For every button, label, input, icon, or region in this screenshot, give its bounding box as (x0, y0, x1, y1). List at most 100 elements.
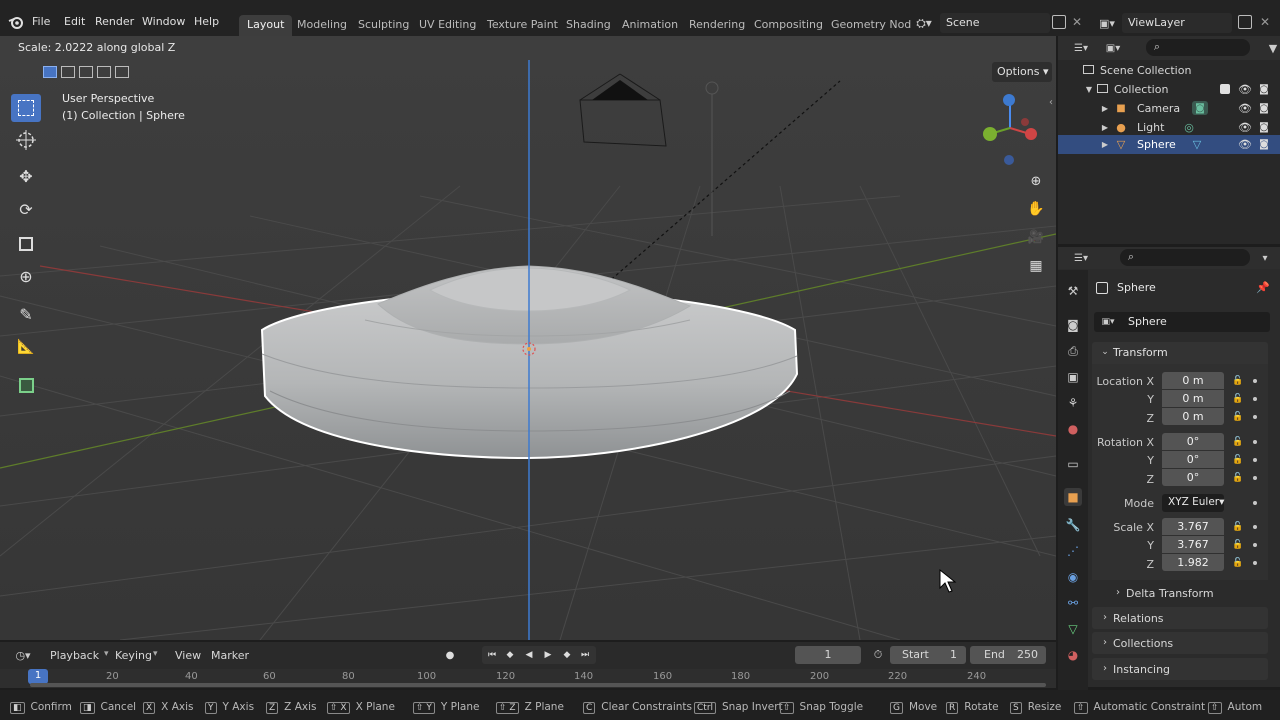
playback-menu[interactable]: Playback (50, 649, 99, 662)
camera-render-icon[interactable]: ◙ (1257, 137, 1271, 151)
expand-arrow-icon[interactable]: ▶ (1100, 121, 1110, 133)
collections-section[interactable]: › Collections (1092, 632, 1268, 654)
camera-view-button[interactable]: 🎥 (1024, 226, 1048, 250)
location-x-field[interactable]: 0 m (1162, 372, 1224, 389)
tab-texture-paint[interactable]: Texture Paint (479, 15, 566, 36)
tab-modeling[interactable]: Modeling (289, 15, 355, 36)
scale-tool[interactable] (11, 230, 41, 258)
render-tab-icon[interactable]: ◙ (1064, 316, 1082, 334)
output-tab-icon[interactable]: ⎙ (1064, 342, 1082, 360)
select-mode-subtract-icon[interactable] (79, 66, 93, 78)
keyframe-dot-icon[interactable] (1253, 458, 1257, 462)
playhead[interactable]: 1 (28, 669, 48, 684)
transform-tool[interactable]: ⊕ (11, 263, 41, 291)
start-frame-field[interactable]: Start 1 (890, 646, 966, 664)
rotation-mode-dropdown[interactable]: XYZ Euler▾ (1162, 494, 1224, 512)
menu-window[interactable]: Window (142, 15, 185, 28)
expand-arrow-icon[interactable]: ▶ (1100, 102, 1110, 114)
outliner-search-input[interactable]: ⌕ (1146, 39, 1250, 56)
tab-uv-editing[interactable]: UV Editing (411, 15, 484, 36)
timeline-ruler[interactable]: 1 20 40 60 80 100 120 140 160 180 200 22… (0, 669, 1056, 688)
location-z-field[interactable]: 0 m (1162, 408, 1224, 425)
mesh-data-tab-icon[interactable]: ▽ (1064, 620, 1082, 638)
lock-icon[interactable]: 🔓 (1232, 412, 1243, 422)
current-frame-field[interactable]: 1 (795, 646, 861, 664)
lock-icon[interactable]: 🔓 (1232, 394, 1243, 404)
select-box-tool[interactable] (11, 94, 41, 122)
blender-logo-icon[interactable] (8, 14, 24, 30)
tab-animation[interactable]: Animation (614, 15, 686, 36)
view-layer-tab-icon[interactable]: ▣ (1064, 368, 1082, 386)
lock-icon[interactable]: 🔓 (1232, 455, 1243, 465)
next-keyframe-icon[interactable]: ◆ (560, 648, 574, 662)
options-dropdown[interactable]: Options ▾ (992, 62, 1052, 82)
lock-icon[interactable]: 🔓 (1232, 522, 1243, 532)
keyframe-dot-icon[interactable] (1253, 440, 1257, 444)
tab-sculpting[interactable]: Sculpting (350, 15, 417, 36)
view-layer-icon[interactable]: ▣▾ (1096, 14, 1118, 32)
instancing-section[interactable]: › Instancing (1092, 658, 1268, 680)
keyframe-dot-icon[interactable] (1253, 476, 1257, 480)
ortho-toggle-button[interactable]: ▦ (1024, 255, 1048, 279)
keyframe-dot-icon[interactable] (1253, 379, 1257, 383)
end-frame-field[interactable]: End 250 (970, 646, 1046, 664)
measure-tool[interactable]: 📐 (11, 334, 41, 362)
keyframe-dot-icon[interactable] (1253, 561, 1257, 565)
play-icon[interactable]: ▶ (541, 648, 555, 662)
tab-rendering[interactable]: Rendering (681, 15, 753, 36)
stopwatch-icon[interactable]: ⏱ (870, 647, 886, 663)
display-mode-icon[interactable]: ▣▾ (1102, 40, 1124, 56)
scale-z-field[interactable]: 1.982 (1162, 554, 1224, 571)
3d-viewport[interactable]: User Perspective (1) Collection | Sphere… (0, 36, 1056, 640)
record-icon[interactable]: ● (443, 648, 457, 662)
keying-menu[interactable]: Keying (115, 649, 152, 662)
menu-help[interactable]: Help (194, 15, 219, 28)
jump-end-icon[interactable]: ⏭ (578, 648, 592, 662)
tab-layout[interactable]: Layout (239, 15, 293, 36)
lock-icon[interactable]: 🔓 (1232, 376, 1243, 386)
keyframe-dot-icon[interactable] (1253, 525, 1257, 529)
lock-icon[interactable]: 🔓 (1232, 558, 1243, 568)
select-mode-new-icon[interactable] (43, 66, 57, 78)
scene-tab-icon[interactable]: ⚘ (1064, 394, 1082, 412)
rotate-tool[interactable]: ⟳ (11, 196, 41, 224)
outliner-row-camera[interactable]: ▶ ■ Camera ◙ 👁 ◙ (1058, 99, 1280, 118)
particles-tab-icon[interactable]: ⋰ (1064, 542, 1082, 560)
scale-y-field[interactable]: 3.767 (1162, 536, 1224, 553)
collection-tab-icon[interactable]: ▭ (1064, 455, 1082, 473)
pin-icon[interactable]: 📌 (1256, 280, 1270, 294)
zoom-button[interactable]: ⊕ (1024, 170, 1048, 194)
close-icon[interactable]: ✕ (1258, 14, 1272, 30)
lock-icon[interactable]: 🔓 (1232, 473, 1243, 483)
keyframe-dot-icon[interactable] (1253, 501, 1257, 505)
cursor-tool[interactable] (11, 126, 41, 154)
keyframe-dot-icon[interactable] (1253, 543, 1257, 547)
new-scene-icon[interactable] (1052, 15, 1066, 29)
camera-render-icon[interactable]: ◙ (1257, 101, 1271, 115)
eye-icon[interactable]: 👁 (1238, 101, 1252, 115)
tab-geometry-nodes[interactable]: Geometry Nod (823, 15, 919, 36)
location-y-field[interactable]: 0 m (1162, 390, 1224, 407)
options-chevron-icon[interactable]: ▾ (1258, 250, 1272, 266)
outliner-row-collection[interactable]: ▼ Collection 👁 ◙ (1058, 80, 1280, 99)
filter-icon[interactable]: ▼ (1266, 40, 1280, 56)
view-layer-field[interactable]: ViewLayer (1122, 13, 1232, 33)
lock-icon[interactable]: 🔓 (1232, 540, 1243, 550)
jump-start-icon[interactable]: ⏮ (485, 648, 499, 662)
eye-icon[interactable]: 👁 (1238, 82, 1252, 96)
checkbox-icon[interactable] (1220, 84, 1230, 94)
object-tab-icon[interactable]: ■ (1064, 488, 1082, 506)
new-view-layer-icon[interactable] (1238, 15, 1252, 29)
add-cube-tool[interactable] (11, 371, 41, 399)
play-reverse-icon[interactable]: ◀ (522, 648, 536, 662)
editor-type-icon[interactable]: ☰▾ (1070, 40, 1092, 56)
marker-menu[interactable]: Marker (211, 649, 249, 662)
annotate-tool[interactable]: ✎ (11, 301, 41, 329)
outliner-row-sphere[interactable]: ▶ ▽ Sphere ▽ 👁 ◙ (1058, 135, 1280, 154)
rotation-z-field[interactable]: 0° (1162, 469, 1224, 486)
editor-type-clock-icon[interactable]: ◷▾ (10, 647, 36, 663)
scene-selector-icon[interactable]: ⛭▾ (912, 14, 936, 32)
physics-tab-icon[interactable]: ◉ (1064, 568, 1082, 586)
constraints-tab-icon[interactable]: ⚯ (1064, 594, 1082, 612)
object-name-field[interactable]: ▣▾ Sphere (1094, 312, 1270, 332)
